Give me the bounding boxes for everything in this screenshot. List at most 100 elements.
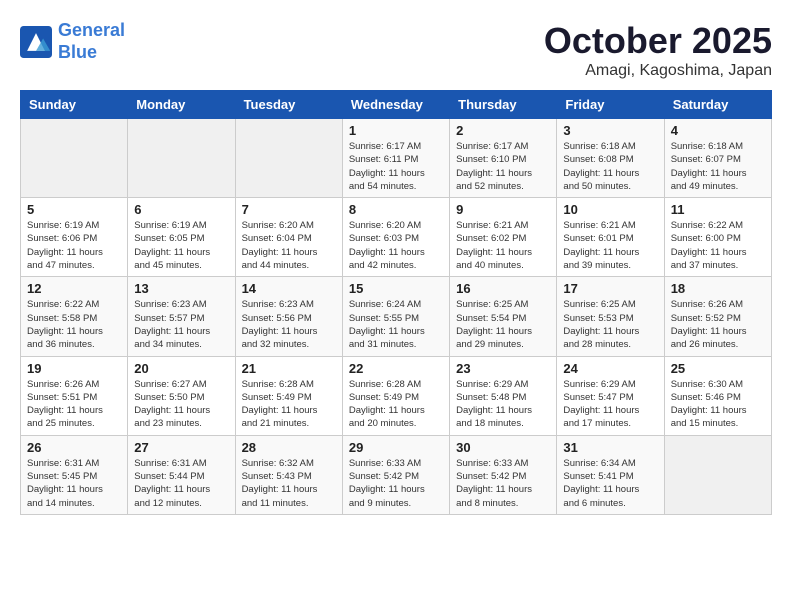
calendar-cell: 22 Sunrise: 6:28 AM Sunset: 5:49 PM Dayli… <box>342 356 449 435</box>
calendar-cell: 15 Sunrise: 6:24 AM Sunset: 5:55 PM Dayli… <box>342 277 449 356</box>
calendar-cell: 20 Sunrise: 6:27 AM Sunset: 5:50 PM Dayli… <box>128 356 235 435</box>
day-number: 29 <box>349 440 443 455</box>
calendar-cell: 4Sunrise: 6:18 AM Sunset: 6:07 PM Daylig… <box>664 119 771 198</box>
day-number: 11 <box>671 202 765 217</box>
weekday-header-tuesday: Tuesday <box>235 91 342 119</box>
logo-icon <box>20 26 52 58</box>
day-number: 17 <box>563 281 657 296</box>
calendar-cell: 31 Sunrise: 6:34 AM Sunset: 5:41 PM Dayli… <box>557 435 664 514</box>
day-info: Sunrise: 6:29 AM Sunset: 5:48 PM Dayligh… <box>456 378 550 431</box>
day-number: 2 <box>456 123 550 138</box>
calendar-cell: 19 Sunrise: 6:26 AM Sunset: 5:51 PM Dayli… <box>21 356 128 435</box>
calendar-cell: 12Sunrise: 6:22 AM Sunset: 5:58 PM Dayli… <box>21 277 128 356</box>
day-info: Sunrise: 6:27 AM Sunset: 5:50 PM Dayligh… <box>134 378 228 431</box>
weekday-header-saturday: Saturday <box>664 91 771 119</box>
day-info: Sunrise: 6:34 AM Sunset: 5:41 PM Dayligh… <box>563 457 657 510</box>
logo-line1: General <box>58 20 125 40</box>
calendar-cell: 17 Sunrise: 6:25 AM Sunset: 5:53 PM Dayli… <box>557 277 664 356</box>
day-number: 15 <box>349 281 443 296</box>
day-number: 16 <box>456 281 550 296</box>
calendar-cell: 16 Sunrise: 6:25 AM Sunset: 5:54 PM Dayli… <box>450 277 557 356</box>
day-info: Sunrise: 6:22 AM Sunset: 5:58 PM Dayligh… <box>27 298 121 351</box>
day-info: Sunrise: 6:20 AM Sunset: 6:04 PM Dayligh… <box>242 219 336 272</box>
page-header: General Blue October 2025 Amagi, Kagoshi… <box>20 20 772 80</box>
day-number: 25 <box>671 361 765 376</box>
calendar-cell: 26 Sunrise: 6:31 AM Sunset: 5:45 PM Dayli… <box>21 435 128 514</box>
day-info: Sunrise: 6:26 AM Sunset: 5:51 PM Dayligh… <box>27 378 121 431</box>
calendar-cell: 2Sunrise: 6:17 AM Sunset: 6:10 PM Daylig… <box>450 119 557 198</box>
calendar-week-row: 5 Sunrise: 6:19 AM Sunset: 6:06 PM Daylig… <box>21 198 772 277</box>
day-number: 6 <box>134 202 228 217</box>
day-number: 3 <box>563 123 657 138</box>
logo-text: General Blue <box>58 20 125 63</box>
calendar-cell: 10Sunrise: 6:21 AM Sunset: 6:01 PM Dayli… <box>557 198 664 277</box>
day-number: 7 <box>242 202 336 217</box>
weekday-header-monday: Monday <box>128 91 235 119</box>
day-info: Sunrise: 6:31 AM Sunset: 5:44 PM Dayligh… <box>134 457 228 510</box>
calendar-cell: 23 Sunrise: 6:29 AM Sunset: 5:48 PM Dayli… <box>450 356 557 435</box>
logo-line2: Blue <box>58 42 97 62</box>
day-number: 5 <box>27 202 121 217</box>
calendar-cell: 24 Sunrise: 6:29 AM Sunset: 5:47 PM Dayli… <box>557 356 664 435</box>
day-info: Sunrise: 6:18 AM Sunset: 6:08 PM Dayligh… <box>563 140 657 193</box>
calendar-cell: 28 Sunrise: 6:32 AM Sunset: 5:43 PM Dayli… <box>235 435 342 514</box>
day-number: 20 <box>134 361 228 376</box>
calendar-cell <box>128 119 235 198</box>
day-info: Sunrise: 6:21 AM Sunset: 6:01 PM Dayligh… <box>563 219 657 272</box>
day-info: Sunrise: 6:25 AM Sunset: 5:54 PM Dayligh… <box>456 298 550 351</box>
day-info: Sunrise: 6:22 AM Sunset: 6:00 PM Dayligh… <box>671 219 765 272</box>
day-number: 22 <box>349 361 443 376</box>
day-info: Sunrise: 6:28 AM Sunset: 5:49 PM Dayligh… <box>242 378 336 431</box>
day-info: Sunrise: 6:24 AM Sunset: 5:55 PM Dayligh… <box>349 298 443 351</box>
calendar-table: SundayMondayTuesdayWednesdayThursdayFrid… <box>20 90 772 515</box>
day-number: 19 <box>27 361 121 376</box>
day-info: Sunrise: 6:19 AM Sunset: 6:05 PM Dayligh… <box>134 219 228 272</box>
day-info: Sunrise: 6:32 AM Sunset: 5:43 PM Dayligh… <box>242 457 336 510</box>
calendar-cell: 25 Sunrise: 6:30 AM Sunset: 5:46 PM Dayli… <box>664 356 771 435</box>
calendar-cell: 6 Sunrise: 6:19 AM Sunset: 6:05 PM Daylig… <box>128 198 235 277</box>
day-number: 26 <box>27 440 121 455</box>
calendar-cell: 1 Sunrise: 6:17 AM Sunset: 6:11 PM Daylig… <box>342 119 449 198</box>
calendar-cell: 21Sunrise: 6:28 AM Sunset: 5:49 PM Dayli… <box>235 356 342 435</box>
calendar-cell: 14 Sunrise: 6:23 AM Sunset: 5:56 PM Dayli… <box>235 277 342 356</box>
calendar-cell: 13Sunrise: 6:23 AM Sunset: 5:57 PM Dayli… <box>128 277 235 356</box>
day-info: Sunrise: 6:23 AM Sunset: 5:56 PM Dayligh… <box>242 298 336 351</box>
month-title: October 2025 <box>544 20 772 62</box>
day-number: 23 <box>456 361 550 376</box>
day-number: 31 <box>563 440 657 455</box>
day-info: Sunrise: 6:28 AM Sunset: 5:49 PM Dayligh… <box>349 378 443 431</box>
calendar-cell <box>235 119 342 198</box>
day-info: Sunrise: 6:17 AM Sunset: 6:11 PM Dayligh… <box>349 140 443 193</box>
day-info: Sunrise: 6:23 AM Sunset: 5:57 PM Dayligh… <box>134 298 228 351</box>
day-info: Sunrise: 6:21 AM Sunset: 6:02 PM Dayligh… <box>456 219 550 272</box>
day-number: 30 <box>456 440 550 455</box>
day-info: Sunrise: 6:29 AM Sunset: 5:47 PM Dayligh… <box>563 378 657 431</box>
calendar-week-row: 19 Sunrise: 6:26 AM Sunset: 5:51 PM Dayli… <box>21 356 772 435</box>
calendar-cell <box>664 435 771 514</box>
day-info: Sunrise: 6:25 AM Sunset: 5:53 PM Dayligh… <box>563 298 657 351</box>
title-block: October 2025 Amagi, Kagoshima, Japan <box>544 20 772 80</box>
calendar-cell: 3 Sunrise: 6:18 AM Sunset: 6:08 PM Daylig… <box>557 119 664 198</box>
weekday-header-sunday: Sunday <box>21 91 128 119</box>
day-info: Sunrise: 6:19 AM Sunset: 6:06 PM Dayligh… <box>27 219 121 272</box>
calendar-cell: 29 Sunrise: 6:33 AM Sunset: 5:42 PM Dayli… <box>342 435 449 514</box>
calendar-cell: 27Sunrise: 6:31 AM Sunset: 5:44 PM Dayli… <box>128 435 235 514</box>
calendar-week-row: 12Sunrise: 6:22 AM Sunset: 5:58 PM Dayli… <box>21 277 772 356</box>
calendar-cell: 9 Sunrise: 6:21 AM Sunset: 6:02 PM Daylig… <box>450 198 557 277</box>
calendar-cell <box>21 119 128 198</box>
day-info: Sunrise: 6:31 AM Sunset: 5:45 PM Dayligh… <box>27 457 121 510</box>
calendar-cell: 8Sunrise: 6:20 AM Sunset: 6:03 PM Daylig… <box>342 198 449 277</box>
day-info: Sunrise: 6:33 AM Sunset: 5:42 PM Dayligh… <box>349 457 443 510</box>
weekday-header-wednesday: Wednesday <box>342 91 449 119</box>
day-number: 1 <box>349 123 443 138</box>
calendar-cell: 7 Sunrise: 6:20 AM Sunset: 6:04 PM Daylig… <box>235 198 342 277</box>
calendar-week-row: 1 Sunrise: 6:17 AM Sunset: 6:11 PM Daylig… <box>21 119 772 198</box>
day-number: 28 <box>242 440 336 455</box>
calendar-cell: 18Sunrise: 6:26 AM Sunset: 5:52 PM Dayli… <box>664 277 771 356</box>
day-info: Sunrise: 6:30 AM Sunset: 5:46 PM Dayligh… <box>671 378 765 431</box>
day-number: 9 <box>456 202 550 217</box>
day-number: 14 <box>242 281 336 296</box>
day-number: 24 <box>563 361 657 376</box>
calendar-cell: 30Sunrise: 6:33 AM Sunset: 5:42 PM Dayli… <box>450 435 557 514</box>
day-info: Sunrise: 6:20 AM Sunset: 6:03 PM Dayligh… <box>349 219 443 272</box>
